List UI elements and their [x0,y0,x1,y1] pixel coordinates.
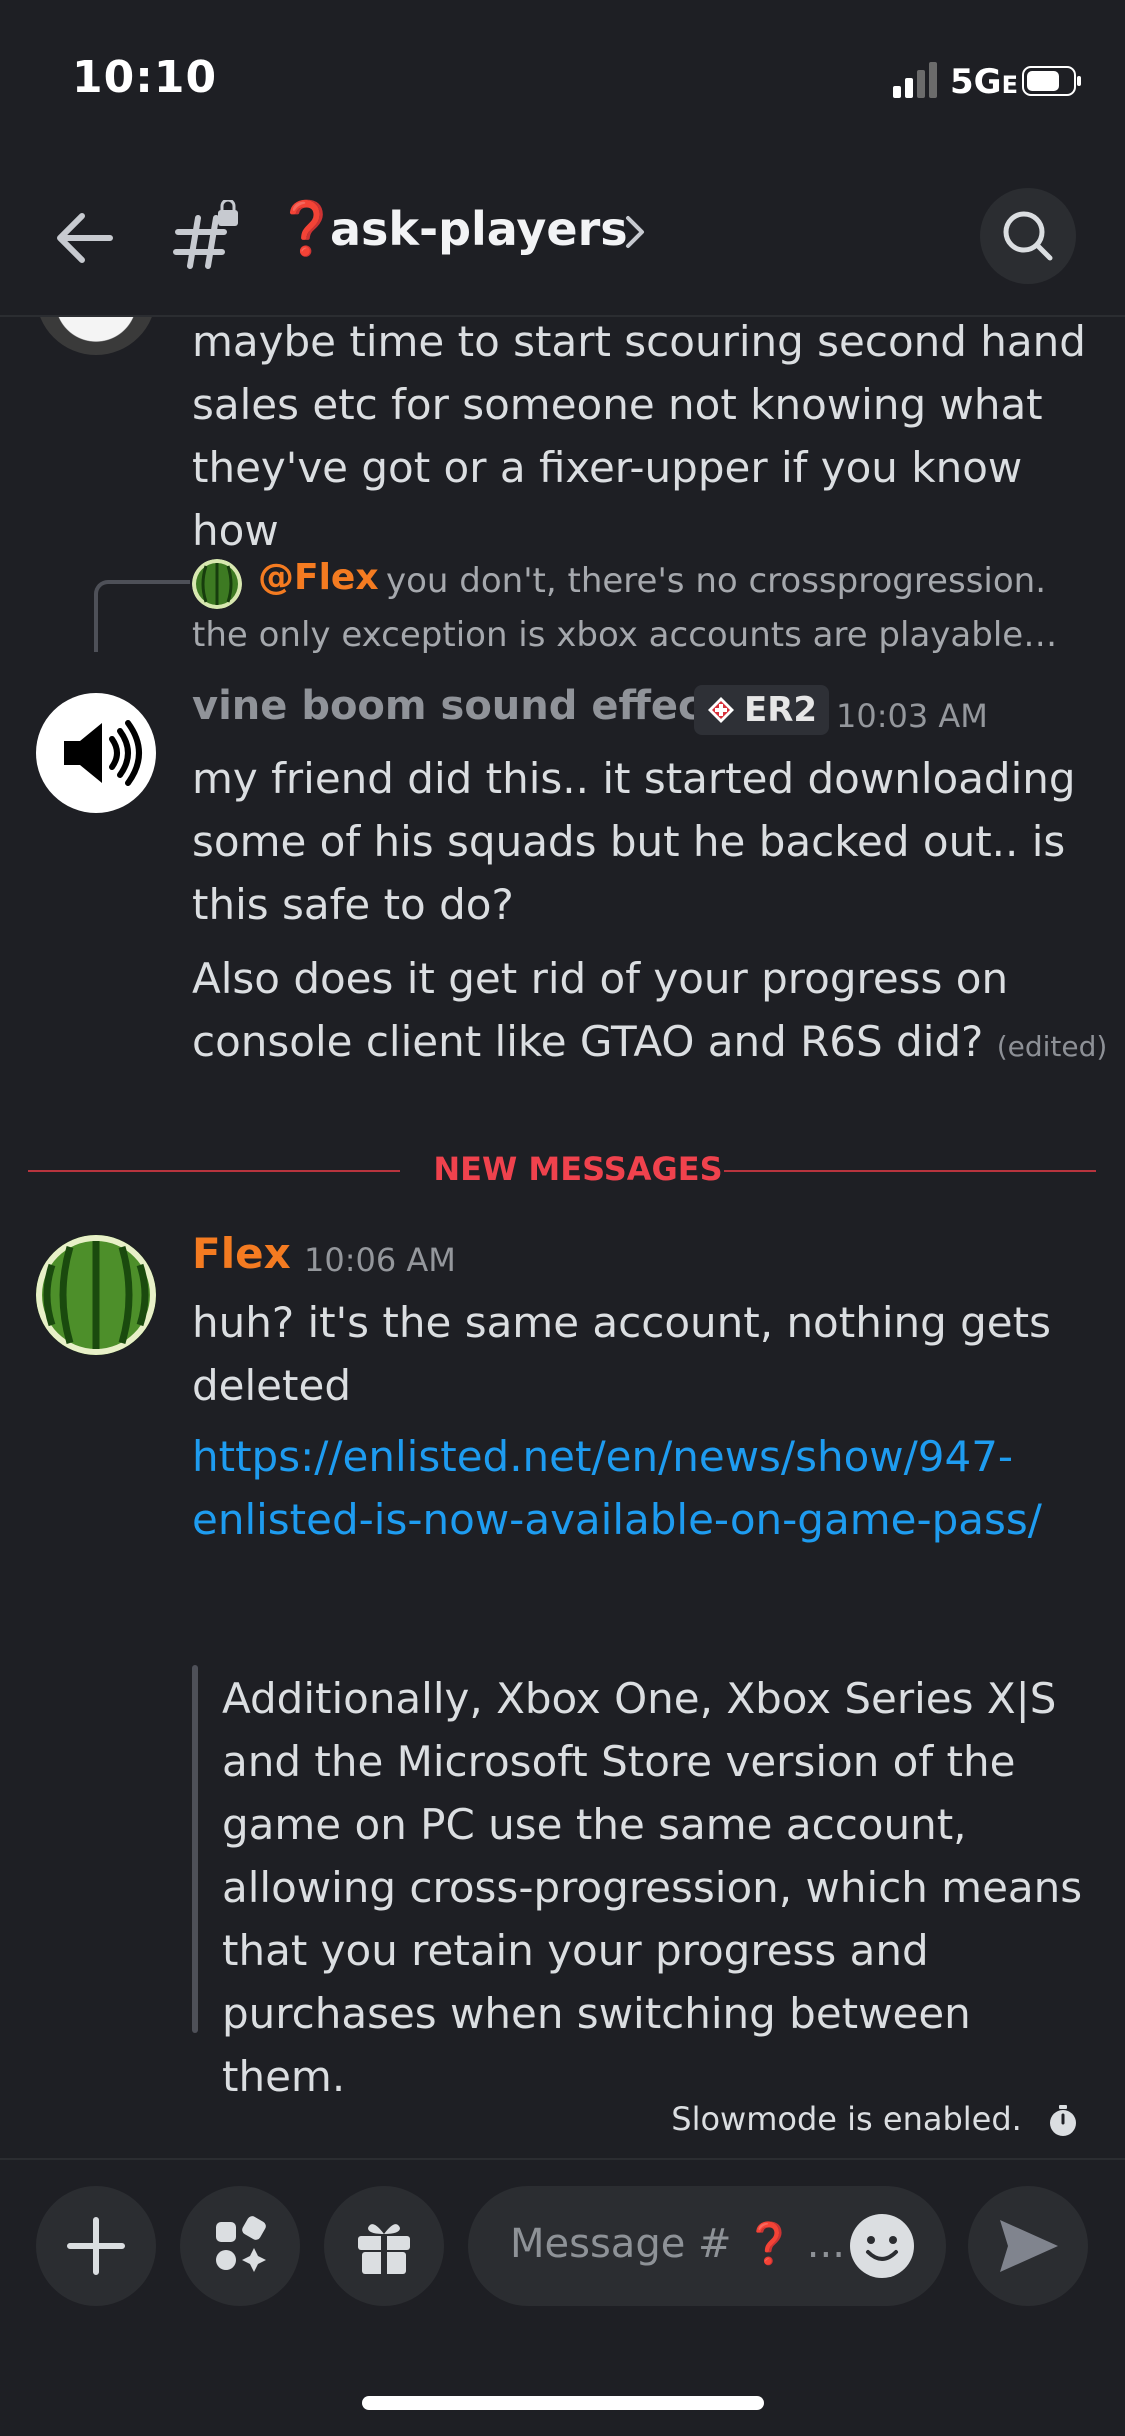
network-label: 5GE [950,62,1018,102]
badge-icon [708,697,734,723]
quote-line: game on PC use the same account, [222,1800,967,1849]
link-line[interactable]: https://enlisted.net/en/news/show/947- [192,1425,1092,1488]
message-content: my friend did this.. it started download… [192,747,1092,936]
role-badge[interactable]: ER2 [694,685,830,735]
hash-lock-icon [173,200,238,269]
plus-icon [67,2217,125,2275]
watermelon-avatar [192,559,242,609]
gift-button[interactable] [324,2186,444,2306]
author-name[interactable]: Flex [192,1229,291,1278]
emoji-icon[interactable] [848,2212,916,2280]
link-line[interactable]: enlisted-is-now-available-on-game-pass/ [192,1488,1092,1551]
message-line: console client like GTAO and R6S did? (e… [192,1017,1108,1066]
gift-icon [358,2224,410,2276]
send-button[interactable] [968,2186,1088,2306]
watermelon-avatar [36,1235,156,1355]
slowmode-notice: Slowmode is enabled. [0,2100,1080,2138]
reply-preview[interactable]: the only exception is xbox accounts are … [192,615,1057,655]
channel-name[interactable]: ask-players [330,202,628,256]
status-time: 10:10 [72,52,218,103]
signal-icon [893,62,937,98]
add-attachment-button[interactable] [36,2186,156,2306]
author-name[interactable]: vine boom sound effect [192,683,721,729]
back-arrow-icon[interactable] [50,208,120,268]
message-link[interactable]: https://enlisted.net/en/news/show/947- e… [192,1425,1092,1551]
message-line: some of his squads but he backed out.. i… [192,817,1066,866]
chevron-right-icon[interactable] [620,212,650,252]
reply-preview[interactable]: you don't, there's no crossprogression. [386,561,1046,601]
edited-tag: (edited) [996,1030,1108,1063]
message-line: my friend did this.. it started download… [192,754,1076,803]
message-line: they've got or a fixer-upper if you know… [192,443,1023,555]
home-indicator[interactable] [362,2396,764,2410]
message-line: deleted [192,1361,351,1410]
reply-connector [94,580,190,652]
message-list[interactable]: maybe time to start scouring second hand… [0,315,1125,2155]
apps-button[interactable] [180,2186,300,2306]
avatar[interactable] [36,1235,156,1355]
quote-line: allowing cross-progression, which means [222,1863,1083,1912]
message-input[interactable]: Message # ❓ ... [468,2186,946,2306]
avatar[interactable] [36,315,156,355]
badge-label: ER2 [744,690,818,730]
apps-icon [216,2216,266,2272]
quote-line: Additionally, Xbox One, Xbox Series X|S [222,1674,1057,1723]
quote-line: and the Microsoft Store version of the [222,1737,1016,1786]
message-composer: Message # ❓ ... [0,2158,1125,2436]
message-content: maybe time to start scouring second hand… [192,315,1092,562]
message-line: maybe time to start scouring second hand [192,317,1086,366]
send-icon [1000,2220,1058,2272]
message-content: Also does it get rid of your progress on… [192,947,1112,1078]
timestamp: 10:03 AM [836,697,988,735]
message-line: this safe to do? [192,880,514,929]
search-button[interactable] [980,188,1076,284]
message-placeholder: Message # ❓ ... [510,2221,845,2267]
quote-bar [192,1665,198,2033]
avatar[interactable] [36,693,156,813]
reply-author[interactable]: @Flex [258,557,379,598]
message-line: huh? it's the same account, nothing gets [192,1298,1051,1347]
slowmode-label: Slowmode is enabled. [671,2100,1022,2138]
channel-header: ❓ ask-players [0,160,1125,317]
message-line: sales etc for someone not knowing what [192,380,1043,429]
quote-line: that you retain your progress and [222,1926,929,1975]
speaker-icon [64,720,142,786]
block-quote: Additionally, Xbox One, Xbox Series X|S … [222,1667,1102,2108]
search-icon [1003,211,1053,261]
status-bar: 10:10 5GE [0,0,1125,160]
discord-channel-screen: 10:10 5GE ❓ ask-players maybe time to st… [0,0,1125,2436]
message-line: Also does it get rid of your progress on [192,954,1009,1003]
quote-line: purchases when switching between them. [222,1989,971,2101]
new-messages-label: NEW MESSAGES [433,1150,723,1188]
timestamp: 10:06 AM [304,1241,456,1279]
battery-icon [1022,66,1081,96]
timer-icon [1050,2105,1076,2136]
message-content: huh? it's the same account, nothing gets… [192,1291,1092,1417]
new-messages-divider: NEW MESSAGES [28,1150,1096,1190]
